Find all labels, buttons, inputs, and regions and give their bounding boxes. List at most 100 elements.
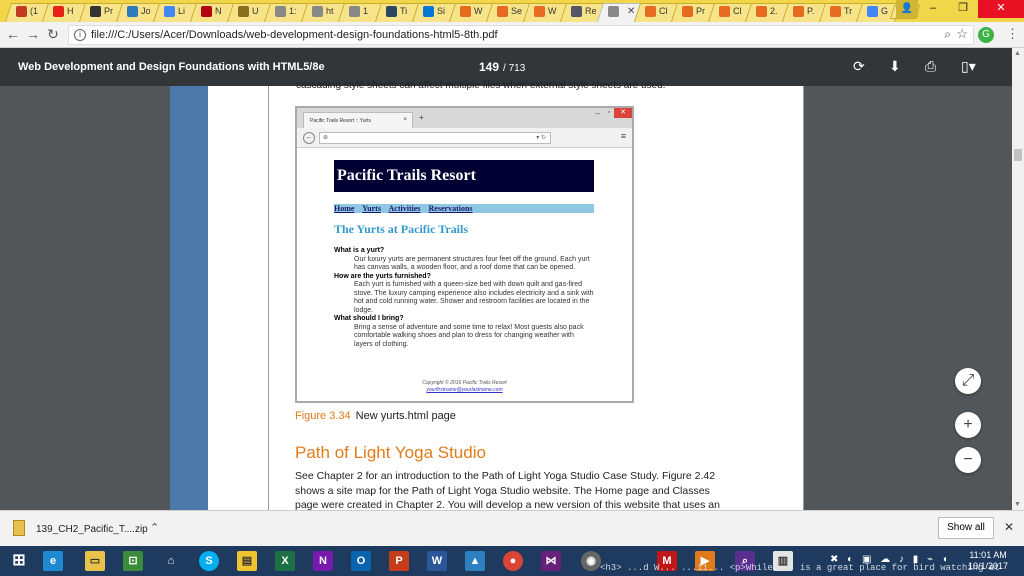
url-text[interactable]: file:///C:/Users/Acer/Downloads/web-deve… [91,29,498,41]
browser-tab-content[interactable]: 1 [349,4,368,18]
browser-tab-content[interactable]: Cl [719,4,742,18]
restore-button[interactable]: ❐ [948,0,978,18]
browser-toolbar: ← → ↻ i file:///C:/Users/Acer/Downloads/… [0,22,1024,48]
system-tray-icons[interactable]: ✖ ◐ ▣ ☁ ♪ ▮ ⌁ ◖ [830,554,951,565]
browser-tab-content[interactable]: Si [423,4,445,18]
zoom-out-button[interactable]: − [955,447,981,473]
outlook-icon[interactable]: O [346,549,376,573]
bookmark-icon[interactable]: ▯▾ [961,58,976,75]
excel-icon[interactable]: X [270,549,300,573]
address-bar[interactable]: i file:///C:/Users/Acer/Downloads/web-de… [68,25,974,45]
wordpress-icon [90,5,101,17]
home-icon[interactable]: ⌂ [156,549,186,573]
browser-tab-label: Re [585,6,597,16]
section-title: Path of Light Yoga Studio [295,443,486,462]
shot-titlebar: Pacific Trails Resort :: Yurts × + – ▫ ✕ [297,108,632,128]
close-shelf-icon[interactable]: ✕ [1004,520,1014,534]
download-icon[interactable]: ⬇ [889,58,901,75]
reload-icon[interactable]: ↻ [44,25,62,43]
figure-caption: Figure 3.34 New yurts.html page [295,410,456,422]
bookmark-star-icon[interactable]: ☆ [956,26,968,42]
tab-close-icon[interactable]: ✕ [627,6,635,17]
site-nav-yurts: Yurts [362,204,381,213]
fit-page-button[interactable]: ⤢ [955,368,981,394]
figure-screenshot: Pacific Trails Resort :: Yurts × + – ▫ ✕… [295,106,634,403]
show-all-button[interactable]: Show all [938,517,994,539]
browser-tab-content[interactable]: (1 [16,4,38,18]
store-icon[interactable]: ⊡ [118,549,148,573]
faq-answer: Each yurt is furnished with a queen-size… [354,281,594,314]
site-faq: What is a yurt? Our luxury yurts are per… [334,247,594,349]
browser-tab-content[interactable]: Cl [645,4,668,18]
browser-tab-label: Ti [400,6,408,16]
print-icon[interactable]: ⎙ [925,58,936,75]
file-explorer-icon[interactable]: ▭ [80,549,110,573]
page-margin-line [803,86,804,510]
notes-icon[interactable]: ▤ [232,549,262,573]
browser-tab-content[interactable]: Pr [682,4,705,18]
photos-icon[interactable]: ▲ [460,549,490,573]
back-arrow-icon[interactable]: ← [4,25,22,43]
browser-tab-content[interactable]: ht [312,4,334,18]
browser-tab-content[interactable]: G [867,4,888,18]
browser-tab-label: Tr [844,6,853,16]
chrome-icon[interactable]: ● [498,549,528,573]
onenote-icon[interactable]: N [308,549,338,573]
browser-tab-content[interactable]: ✕ [608,4,635,18]
scroll-up-icon[interactable]: ▲ [1014,50,1021,57]
browser-tab-content[interactable]: Ti [386,4,407,18]
browser-tab-content[interactable]: H [53,4,74,18]
skype-icon[interactable]: S [194,549,224,573]
browser-tab-content[interactable]: Li [164,4,185,18]
chrome-menu-icon[interactable]: ⋮ [1006,26,1019,42]
powerpoint-icon[interactable]: P [384,549,414,573]
close-window-button[interactable]: ✕ [978,0,1024,18]
figure-number: Figure 3.34 [295,410,351,422]
browser-tab-content[interactable]: 1: [275,4,297,18]
cut-off-text: cascading style sheets can affect multip… [296,80,666,91]
browser-tab-content[interactable]: W [534,4,557,18]
browser-tab-content[interactable]: Re [571,4,597,18]
extension-icon[interactable]: G [978,27,994,43]
site-email-link: yourfirstname@yourlastname.com [426,387,503,393]
pdf-viewer[interactable]: cascading style sheets can affect multip… [0,80,1012,511]
info-icon[interactable]: i [74,29,86,41]
page-current[interactable]: 149 [479,60,499,74]
shot-menu-icon: ≡ [620,131,626,141]
browser-tab-label: 2. [770,6,778,16]
zoom-lens-icon[interactable]: ⌕ [944,27,951,42]
ie-icon[interactable]: e [38,549,68,573]
figure-text: New yurts.html page [355,410,456,422]
taskbar-clock[interactable]: 11:01 AM 10/1/2017 [968,550,1008,572]
browser-tab-content[interactable]: Tr [830,4,852,18]
browser-tab-content[interactable]: 2. [756,4,778,18]
browser-tab-content[interactable]: P. [793,4,814,18]
download-filename[interactable]: 139_CH2_Pacific_T....zip [36,524,148,535]
site-copyright: Copyright © 2016 Pacific Trails Resort [422,380,507,386]
browser-tab-content[interactable]: U [238,4,259,18]
zip-file-icon[interactable] [13,520,25,536]
download-options-caret-icon[interactable]: ⌃ [150,521,159,534]
start-windows-icon[interactable]: ⊞ [4,549,34,573]
browser-tab-content[interactable]: W [460,4,483,18]
scrollbar-thumb[interactable] [1014,149,1022,161]
vertical-scrollbar[interactable]: ▲ ▼ [1012,48,1024,510]
h-icon [571,5,582,17]
rotate-icon[interactable]: ⟳ [853,58,865,75]
browser-tab-content[interactable]: Se [497,4,522,18]
site-header: Pacific Trails Resort [334,160,594,192]
visual-studio-icon[interactable]: ⋈ [536,549,566,573]
scroll-down-icon[interactable]: ▼ [1014,501,1021,508]
minimize-button[interactable]: – [918,0,948,18]
browser-tab-content[interactable]: Pr [90,4,113,18]
page-indicator[interactable]: 149 / 713 [479,60,525,74]
zoom-in-button[interactable]: + [955,412,981,438]
shot-new-tab-icon: + [419,113,424,122]
profile-icon[interactable]: 👤 [896,0,918,18]
task-icon [127,5,138,17]
word-icon[interactable]: W [422,549,452,573]
browser-tab-label: Li [178,6,186,16]
browser-tab-content[interactable]: N [201,4,222,18]
forward-arrow-icon[interactable]: → [24,25,42,43]
browser-tab-content[interactable]: Jo [127,4,151,18]
